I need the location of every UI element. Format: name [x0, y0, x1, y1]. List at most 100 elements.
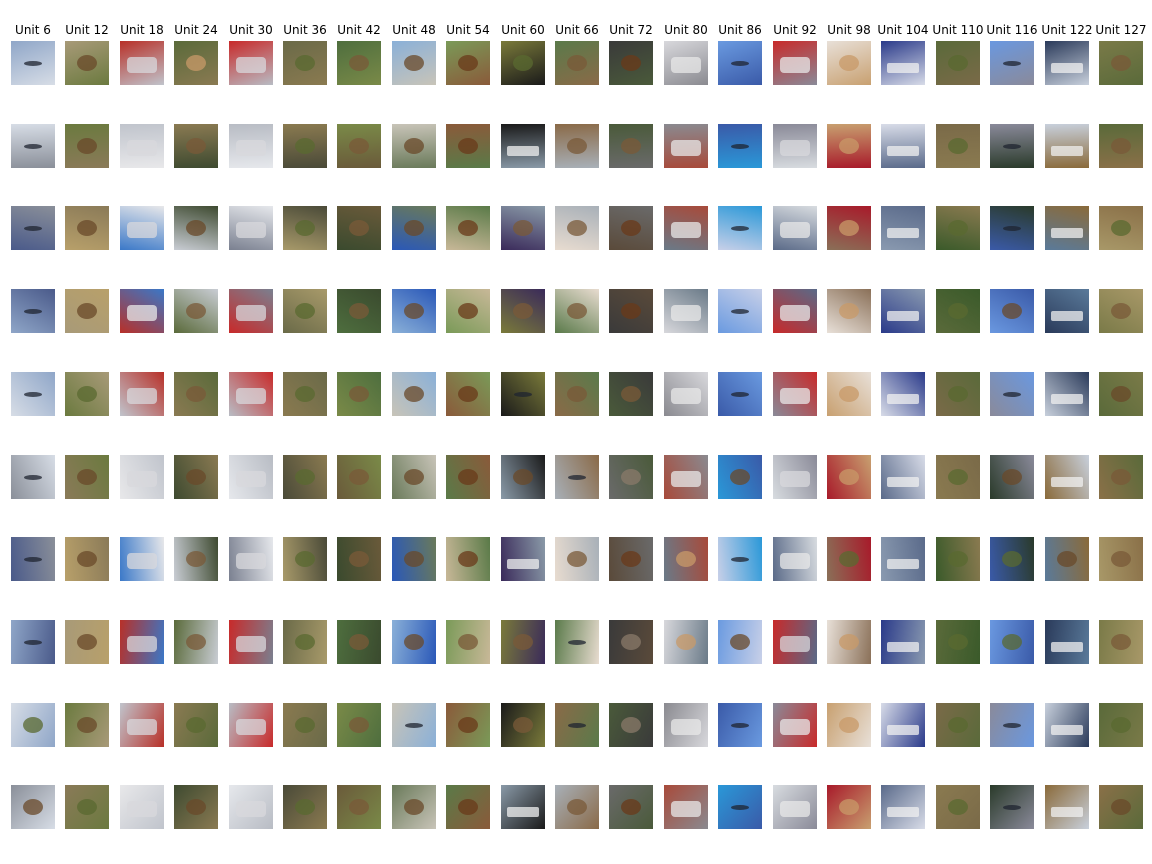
- ship-subject: [1051, 477, 1083, 487]
- truck-subject: [671, 57, 701, 73]
- frog-subject: [295, 717, 315, 733]
- truck-subject: [780, 57, 810, 73]
- column-title: Unit 80: [664, 23, 708, 37]
- column-title: Unit 18: [120, 23, 164, 37]
- airplane-subject: [1003, 392, 1021, 397]
- deer-subject: [567, 55, 587, 71]
- sample-thumbnail: [446, 41, 490, 85]
- sample-thumbnail: [392, 41, 436, 85]
- frog-subject: [186, 717, 206, 733]
- bird-subject: [404, 303, 424, 319]
- truck-subject: [780, 553, 810, 569]
- sample-thumbnail: [283, 620, 327, 664]
- ship-subject: [887, 477, 919, 487]
- sample-thumbnail: [446, 372, 490, 416]
- sample-thumbnail: [283, 372, 327, 416]
- sample-thumbnail: [936, 289, 980, 333]
- frog-subject: [948, 138, 968, 154]
- sample-thumbnail: [1099, 537, 1143, 581]
- sample-thumbnail: [11, 537, 55, 581]
- sample-thumbnail: [392, 785, 436, 829]
- column-title: Unit 24: [174, 23, 218, 37]
- column-title: Unit 110: [932, 23, 984, 37]
- airplane-subject: [24, 475, 42, 480]
- sample-thumbnail: [718, 372, 762, 416]
- sample-thumbnail: [337, 455, 381, 499]
- automobile-subject: [127, 57, 157, 73]
- airplane-subject: [24, 392, 42, 397]
- horse-subject: [621, 220, 641, 236]
- sample-thumbnail: [609, 620, 653, 664]
- sample-thumbnail: [1099, 124, 1143, 168]
- deer-subject: [1111, 551, 1131, 567]
- airplane-subject: [731, 557, 749, 562]
- airplane-subject: [568, 640, 586, 645]
- sample-thumbnail: [65, 703, 109, 747]
- sample-thumbnail: [120, 785, 164, 829]
- sample-thumbnail: [501, 372, 545, 416]
- column-title: Unit 60: [501, 23, 545, 37]
- deer-subject: [186, 303, 206, 319]
- sample-thumbnail: [229, 41, 273, 85]
- ship-subject: [887, 228, 919, 238]
- automobile-subject: [236, 801, 266, 817]
- sample-thumbnail: [174, 41, 218, 85]
- sample-thumbnail: [555, 703, 599, 747]
- sample-thumbnail: [773, 206, 817, 250]
- sample-thumbnail: [337, 620, 381, 664]
- frog-subject: [77, 799, 97, 815]
- frog-subject: [295, 55, 315, 71]
- sample-thumbnail: [555, 41, 599, 85]
- sample-thumbnail: [11, 41, 55, 85]
- deer-subject: [513, 717, 533, 733]
- automobile-subject: [127, 719, 157, 735]
- sample-thumbnail: [936, 41, 980, 85]
- automobile-subject: [236, 719, 266, 735]
- frog-subject: [948, 799, 968, 815]
- sample-thumbnail: [1099, 455, 1143, 499]
- column-title: Unit 127: [1095, 23, 1147, 37]
- frog-subject: [948, 386, 968, 402]
- sample-thumbnail: [1045, 372, 1089, 416]
- sample-thumbnail: [11, 455, 55, 499]
- sample-thumbnail: [881, 455, 925, 499]
- sample-thumbnail: [283, 41, 327, 85]
- bird-subject: [77, 469, 97, 485]
- airplane-subject: [731, 61, 749, 66]
- sample-thumbnail: [337, 703, 381, 747]
- sample-thumbnail: [283, 703, 327, 747]
- frog-subject: [1111, 717, 1131, 733]
- deer-subject: [349, 138, 369, 154]
- airplane-subject: [24, 557, 42, 562]
- bird-subject: [404, 634, 424, 650]
- frog-subject: [295, 303, 315, 319]
- ship-subject: [887, 146, 919, 156]
- sample-thumbnail: [773, 537, 817, 581]
- deer-subject: [621, 138, 641, 154]
- sample-thumbnail: [446, 537, 490, 581]
- sample-thumbnail: [501, 455, 545, 499]
- sample-thumbnail: [773, 620, 817, 664]
- airplane-subject: [1003, 226, 1021, 231]
- deer-subject: [349, 220, 369, 236]
- sample-thumbnail: [990, 537, 1034, 581]
- sample-thumbnail: [283, 289, 327, 333]
- sample-thumbnail: [718, 289, 762, 333]
- column-title: Unit 86: [718, 23, 762, 37]
- airplane-subject: [514, 392, 532, 397]
- deer-subject: [349, 386, 369, 402]
- frog-subject: [23, 717, 43, 733]
- sample-thumbnail: [1045, 703, 1089, 747]
- sample-thumbnail: [337, 289, 381, 333]
- bird-subject: [186, 469, 206, 485]
- dog-subject: [839, 220, 859, 236]
- truck-subject: [127, 305, 157, 321]
- sample-thumbnail: [990, 620, 1034, 664]
- deer-subject: [513, 220, 533, 236]
- column-title: Unit 66: [555, 23, 599, 37]
- sample-thumbnail: [827, 620, 871, 664]
- horse-subject: [458, 303, 478, 319]
- column-title: Unit 92: [773, 23, 817, 37]
- deer-subject: [186, 386, 206, 402]
- truck-subject: [780, 388, 810, 404]
